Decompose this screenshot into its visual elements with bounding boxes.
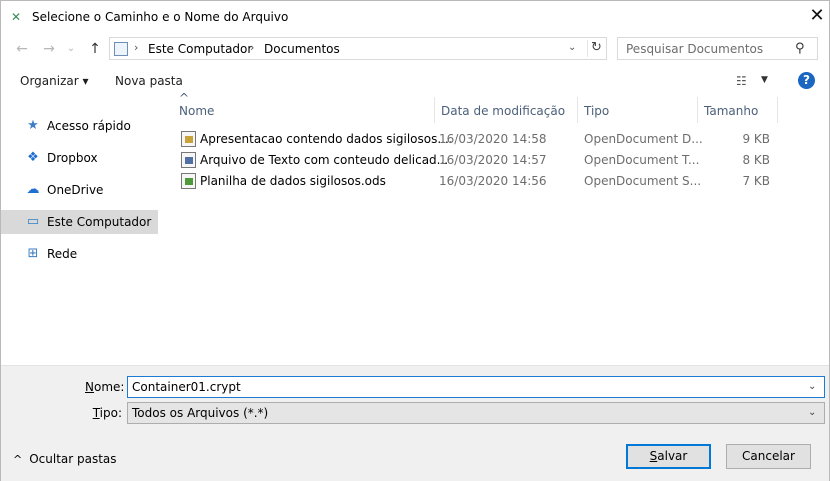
command-bar: Organizar ▾ Nova pasta ☷ ▼ ?: [1, 65, 829, 97]
file-size: 9 KB: [742, 132, 770, 146]
chevron-down-icon[interactable]: ⌄: [808, 407, 816, 418]
file-date: 16/03/2020 14:58: [439, 132, 547, 146]
sidebar-item-label: Rede: [47, 247, 78, 261]
column-header-type[interactable]: Tipo: [578, 97, 698, 123]
file-name: Arquivo de Texto com conteudo delicad...: [200, 153, 449, 167]
organize-menu[interactable]: Organizar ▾: [20, 74, 89, 88]
address-dropdown-icon[interactable]: ⌄: [568, 42, 576, 53]
file-list: Nome ^ Data de modificação Tipo Tamanho …: [161, 91, 829, 365]
star-icon: ★: [27, 118, 39, 133]
column-header-label: Tipo: [584, 104, 610, 118]
file-type-value: Todos os Arquivos (*.*): [132, 406, 269, 420]
text-document-file-icon: [181, 152, 196, 168]
chevron-up-icon: ^: [13, 453, 23, 466]
file-type: OpenDocument D...: [584, 132, 703, 146]
navigation-bar: ← → ⌄ ↑ › Este Computador › Documentos ⌄…: [1, 33, 829, 65]
file-type-label: Tipo:: [92, 406, 122, 420]
app-icon: ✕: [11, 10, 22, 24]
search-placeholder: Pesquisar Documentos: [626, 42, 764, 56]
file-name: Apresentacao contendo dados sigilosos...…: [200, 132, 453, 146]
view-options-icon[interactable]: ☷: [736, 74, 747, 88]
title-bar: ✕ Selecione o Caminho e o Nome do Arquiv…: [1, 1, 829, 33]
column-header-date[interactable]: Data de modificação: [435, 97, 578, 123]
file-row[interactable]: Arquivo de Texto com conteudo delicad...…: [179, 150, 779, 170]
column-header-size[interactable]: Tamanho: [698, 97, 778, 123]
file-name-label: Nome:: [85, 380, 125, 394]
presentation-file-icon: [181, 131, 196, 147]
file-row[interactable]: Planilha de dados sigilosos.ods 16/03/20…: [179, 171, 779, 191]
breadcrumb-este-computador[interactable]: Este Computador: [148, 42, 252, 56]
sidebar-item-dropbox[interactable]: ❖ Dropbox: [1, 146, 158, 170]
column-header-label: Tamanho: [704, 104, 759, 118]
save-button[interactable]: Salvar: [626, 444, 711, 469]
network-icon: ⊞: [27, 246, 39, 261]
dropbox-icon: ❖: [27, 150, 39, 165]
sidebar-item-label: Acesso rápido: [47, 119, 131, 133]
sidebar-item-label: Este Computador: [47, 215, 152, 229]
file-size: 8 KB: [742, 153, 770, 167]
dialog-footer: Nome: Container01.crypt ⌄ Tipo: Todos os…: [1, 365, 829, 481]
cloud-icon: ☁: [26, 182, 40, 197]
sidebar-item-onedrive[interactable]: ☁ OneDrive: [1, 178, 158, 202]
view-dropdown-icon[interactable]: ▼: [761, 75, 768, 85]
spreadsheet-file-icon: [181, 173, 196, 189]
recent-locations-icon[interactable]: ⌄: [63, 41, 79, 57]
computer-location-icon: [114, 42, 128, 56]
address-bar[interactable]: › Este Computador › Documentos ⌄ ↻: [109, 37, 607, 60]
breadcrumb-separator[interactable]: ›: [134, 41, 138, 54]
sidebar-item-rede[interactable]: ⊞ Rede: [1, 242, 158, 266]
navigation-pane: ★ Acesso rápido ❖ Dropbox ☁ OneDrive ▭ E…: [1, 97, 161, 365]
file-row[interactable]: Apresentacao contendo dados sigilosos...…: [179, 129, 779, 149]
up-arrow-icon[interactable]: ↑: [87, 41, 103, 57]
sidebar-item-label: OneDrive: [47, 183, 104, 197]
file-type: OpenDocument S...: [584, 174, 702, 188]
file-date: 16/03/2020 14:57: [439, 153, 547, 167]
column-header-label: Nome: [179, 104, 215, 118]
file-name-value[interactable]: Container01.crypt: [132, 380, 241, 394]
sidebar-item-label: Dropbox: [47, 151, 98, 165]
search-box[interactable]: Pesquisar Documentos ⚲: [617, 37, 818, 60]
refresh-icon[interactable]: ↻: [587, 40, 605, 57]
file-name-input[interactable]: Container01.crypt ⌄: [127, 376, 825, 398]
column-header-label: Data de modificação: [441, 104, 566, 118]
file-date: 16/03/2020 14:56: [439, 174, 547, 188]
sidebar-item-este-computador[interactable]: ▭ Este Computador: [1, 210, 158, 234]
hide-folders-button[interactable]: ^ Ocultar pastas: [13, 452, 117, 466]
file-type-select[interactable]: Todos os Arquivos (*.*) ⌄: [127, 402, 825, 424]
dialog-title: Selecione o Caminho e o Nome do Arquivo: [32, 10, 289, 24]
hide-folders-label: Ocultar pastas: [29, 452, 117, 466]
sort-ascending-icon: ^: [179, 91, 190, 105]
forward-arrow-icon[interactable]: →: [41, 41, 57, 57]
file-type: OpenDocument T...: [584, 153, 700, 167]
save-file-dialog: ✕ Selecione o Caminho e o Nome do Arquiv…: [0, 0, 830, 481]
breadcrumb-separator[interactable]: ›: [250, 41, 254, 54]
file-name: Planilha de dados sigilosos.ods: [200, 174, 386, 188]
sidebar-item-acesso-rapido[interactable]: ★ Acesso rápido: [1, 114, 158, 138]
help-icon[interactable]: ?: [798, 72, 815, 89]
back-arrow-icon[interactable]: ←: [14, 41, 30, 57]
file-size: 7 KB: [742, 174, 770, 188]
search-icon[interactable]: ⚲: [795, 41, 805, 56]
computer-icon: ▭: [26, 214, 40, 229]
chevron-down-icon[interactable]: ⌄: [808, 381, 816, 392]
new-folder-button[interactable]: Nova pasta: [115, 74, 183, 88]
cancel-button[interactable]: Cancelar: [726, 444, 811, 469]
breadcrumb-documentos[interactable]: Documentos: [264, 42, 340, 56]
column-header-name[interactable]: Nome ^: [173, 91, 435, 123]
close-icon[interactable]: ✕: [807, 6, 827, 26]
